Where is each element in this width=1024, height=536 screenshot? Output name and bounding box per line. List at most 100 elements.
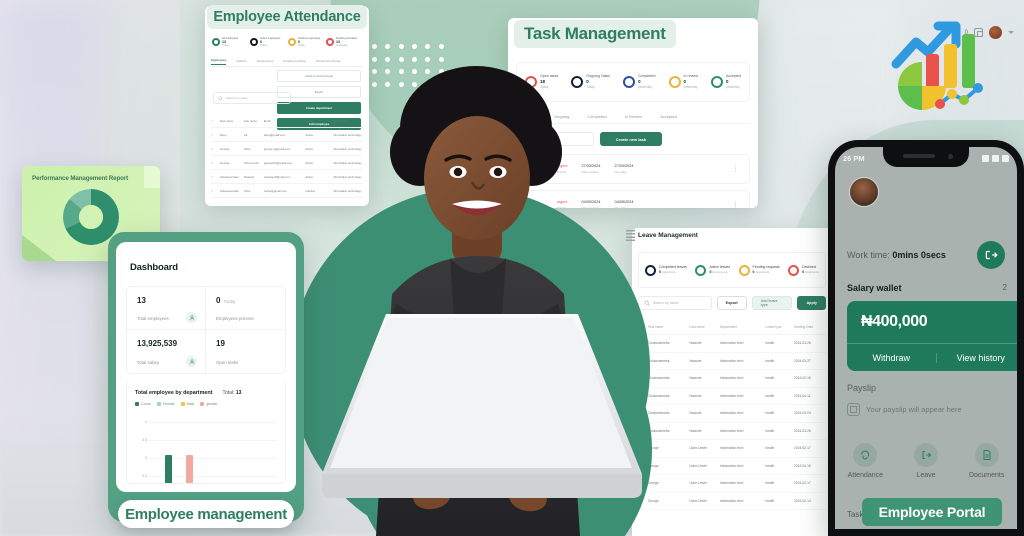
tab-employees[interactable]: Employees — [211, 58, 227, 65]
cell-leave-type: health — [765, 463, 775, 468]
table-row[interactable]: 10GeorgeUche-UmehInformation techhealth2… — [638, 493, 826, 510]
fingerprint-icon — [853, 443, 878, 467]
cell-index: 5 — [211, 188, 213, 193]
column-starting-date: Starting Date — [793, 325, 814, 329]
cell-leave-type: health — [765, 446, 775, 451]
stat-value: 13 — [137, 296, 146, 305]
notification-icon[interactable] — [974, 28, 983, 37]
leave-stat-text: Declined 0 Applicants — [802, 265, 819, 274]
table-row[interactable]: 6ChukwuemekaNwaorieInformation techhealt… — [638, 423, 826, 440]
cell-department: Information tech — [719, 393, 744, 398]
cell-email: cuche@gmail.com — [263, 188, 287, 193]
quick-action-leave[interactable]: Leave — [896, 443, 957, 479]
salary-wallet-label: Salary wallet — [847, 283, 902, 293]
status-icons — [982, 154, 1009, 162]
attendance-stat-text: All employees 13 Today — [222, 36, 239, 48]
cell-department: Information tech — [719, 498, 744, 503]
column-last-name: Last name — [689, 325, 705, 329]
wifi-icon — [992, 154, 999, 162]
cell-last-name: Uk — [243, 132, 248, 137]
leave-stat: Active leaves 0 Employees — [695, 264, 730, 276]
employee-attendance-title: Employee Attendance — [207, 5, 367, 29]
tab-suspensions[interactable]: Suspensions — [257, 59, 274, 63]
phone-screen[interactable]: 26 PM Work time: 0mins 0secs Salary wall… — [835, 147, 1017, 529]
export-button[interactable]: Export — [716, 296, 747, 310]
attendance-search-input[interactable]: Search by name — [213, 92, 291, 104]
task-header-controls: 0 — [965, 26, 1014, 39]
cell-last-name: Nwaorie — [689, 358, 702, 363]
cell-leave-type: health — [765, 481, 775, 486]
quick-action-attendance[interactable]: Attendance — [835, 443, 896, 479]
cell-date: 2024-03-26 — [793, 341, 811, 346]
stat-label: Total salary — [137, 360, 160, 365]
tab-accepted[interactable]: Accepted — [660, 114, 677, 119]
stat-label: Open tasks — [216, 360, 239, 365]
table-row[interactable]: 4ChukwuemekaNwaorieInformation techhealt… — [638, 388, 826, 405]
cell-email: george.u@gmail.com — [263, 146, 291, 151]
status-dot-icon — [288, 37, 296, 46]
withdraw-button[interactable]: Withdraw — [847, 353, 936, 363]
cell-department: Information tech — [719, 481, 744, 486]
wallet-actions: Withdraw View history — [847, 343, 1017, 371]
table-row[interactable]: 3ChukwuemekaNwaorieInformation techhealt… — [638, 370, 826, 388]
view-history-button[interactable]: View history — [935, 352, 1018, 363]
cell-last-name: Nwaorie — [689, 411, 702, 416]
quick-action-documents[interactable]: Documents — [956, 443, 1017, 479]
table-row[interactable]: 7GeorgeUche-UmehInformation techhealth20… — [638, 440, 826, 458]
leave-toolbar: Search by name Export Add leave type App… — [638, 296, 826, 310]
cell-last-name: Uche-Umeh — [689, 498, 707, 503]
table-row[interactable]: 9GeorgeUche-UmehInformation techhealth20… — [638, 475, 826, 493]
leave-management-panel[interactable]: Completed leaves 0 Applicants Active lea… — [632, 228, 832, 536]
stat-total-salary: 13,925,539 Total salary — [127, 330, 206, 373]
apply-button[interactable]: Apply — [797, 296, 826, 310]
status-dot-icon — [212, 37, 220, 46]
payslip-empty-state: Your payslip will appear here — [847, 403, 962, 416]
y-tick: 3.5 — [142, 438, 147, 442]
stat-label: Employees present — [216, 316, 254, 321]
quick-action-label: Attendance — [847, 472, 884, 479]
more-options-icon[interactable]: ⋮ — [732, 165, 739, 173]
more-options-icon[interactable]: ⋮ — [732, 201, 739, 208]
exit-icon — [985, 250, 998, 260]
status-dot-icon — [326, 37, 334, 46]
dashboard-panel[interactable]: Dashboard 13 Total employees 0 Today Empl… — [116, 242, 296, 492]
chart-legend: Count Female Male gender — [135, 402, 277, 406]
status-dot-icon — [788, 264, 800, 276]
cell-leave-type: health — [765, 376, 775, 381]
avatar[interactable] — [849, 177, 879, 207]
payslip-empty-text: Your payslip will appear here — [866, 405, 962, 414]
cell-department: Information tech — [719, 446, 744, 451]
salary-wallet-card[interactable]: ₦400,000 Withdraw View history — [847, 301, 1017, 371]
document-icon — [847, 403, 860, 416]
department-bar-chart: Total employee by department Total: 13 C… — [126, 382, 286, 484]
cell-last-name: Nwaorie — [689, 341, 702, 346]
stat-total-employees: 13 Total employees — [127, 287, 206, 330]
employee-portal-label: Employee Portal — [862, 498, 1002, 526]
cell-department: Information tech — [719, 358, 744, 363]
leave-stat-text: Completed leaves 0 Applicants — [659, 265, 688, 274]
people-icon — [186, 312, 197, 323]
cell-last-name: Uche — [243, 146, 251, 151]
cell-first-name: Dayo — [219, 132, 227, 137]
cell-department: Information tech — [719, 341, 744, 346]
y-tick: 2.5 — [142, 474, 147, 478]
cell-last-name: Nwaorie — [689, 376, 702, 381]
attendance-stat: Active employees 0 Today — [250, 37, 286, 48]
work-time-text: Work time: 0mins 0secs — [847, 250, 946, 260]
employee-portal-phone[interactable]: 26 PM Work time: 0mins 0secs Salary wall… — [828, 140, 1024, 536]
y-tick: 3 — [145, 456, 147, 460]
table-row[interactable]: 1ChukwuemekaNwaorieInformation techhealt… — [638, 335, 826, 353]
cell-email: nwaoriech@mail.com — [263, 174, 291, 179]
cell-email: dayo@gmail.com — [263, 132, 286, 137]
add-leave-type-button[interactable]: Add leave type — [751, 296, 793, 310]
tab-salaries[interactable]: Salaries — [236, 59, 246, 63]
dashboard-stat-grid: 13 Total employees 0 Today Employees pres… — [126, 286, 286, 374]
clock-in-button[interactable] — [977, 241, 1005, 269]
legend-item: gender — [200, 402, 218, 406]
table-row[interactable]: 2ChukwuemekaNwaorieInformation techhealt… — [638, 353, 826, 370]
payslip-label: Payslip — [847, 383, 877, 393]
avatar[interactable] — [989, 26, 1002, 39]
chevron-down-icon[interactable] — [1008, 31, 1014, 34]
table-row[interactable]: 8GeorgeUche-UmehInformation techhealth20… — [638, 458, 826, 475]
table-row[interactable]: 5ChukwuemekaNwaorieInformation techhealt… — [638, 405, 826, 423]
